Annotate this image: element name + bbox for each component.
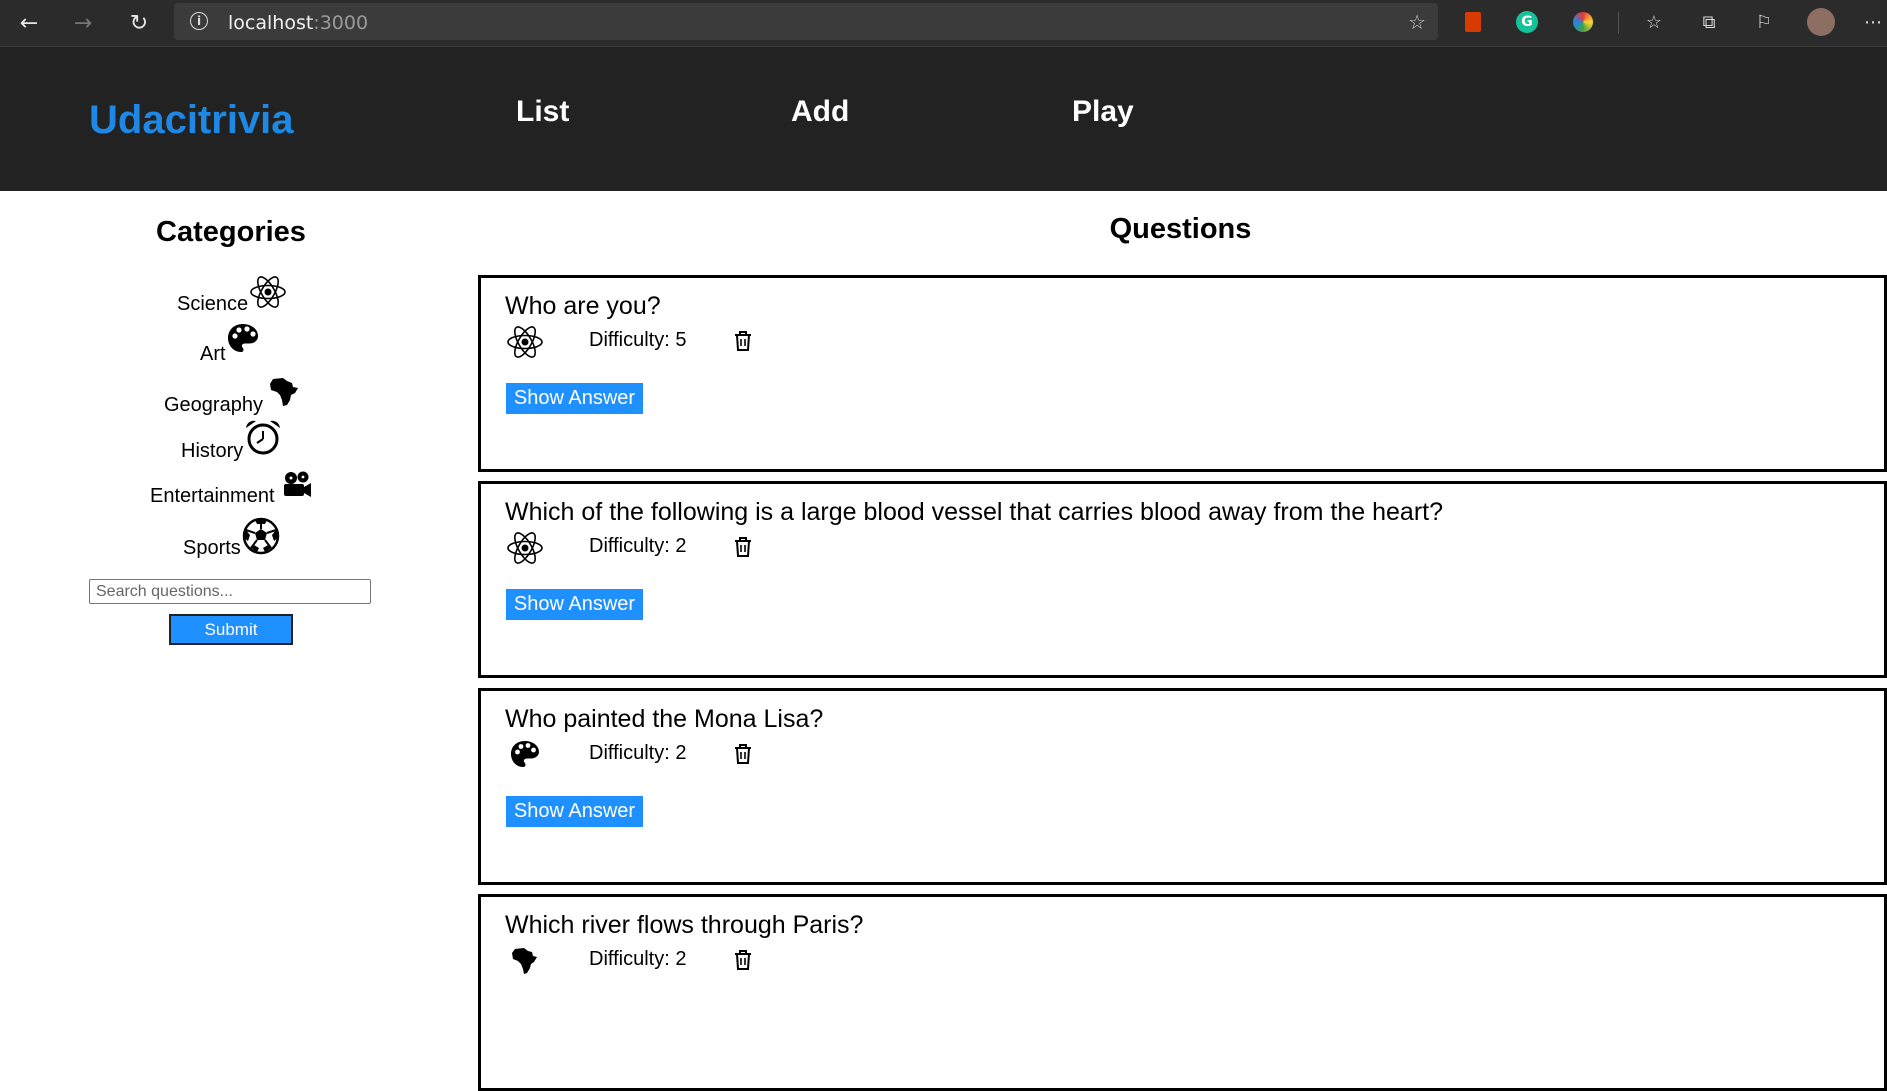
categories-title: Categories [156,216,306,248]
delete-icon[interactable] [733,536,753,558]
difficulty-label: Difficulty: 2 [589,742,687,764]
grammarly-extension-icon[interactable]: G [1516,11,1538,33]
feedback-icon[interactable]: ⚐ [1752,10,1776,34]
category-history[interactable]: History [181,417,283,463]
address-bar[interactable]: i localhost:3000 ☆ [174,3,1438,40]
toolbar-divider [1618,12,1619,34]
question-text: Who are you? [505,292,661,320]
soccer-ball-icon [242,517,280,555]
colorful-extension-icon[interactable] [1573,12,1593,32]
africa-map-icon [512,948,537,974]
collections-icon[interactable]: ⧉ [1697,10,1721,34]
difficulty-label: Difficulty: 2 [589,535,687,557]
category-science[interactable]: Science [177,272,288,316]
show-answer-button[interactable]: Show Answer [506,589,643,620]
film-camera-icon [283,471,311,497]
africa-map-icon [269,378,298,406]
question-text: Which of the following is a large blood … [505,498,1443,526]
office-extension-icon[interactable] [1465,12,1481,32]
favorites-icon[interactable]: ☆ [1642,10,1666,34]
science-icon [250,276,286,308]
info-icon[interactable]: i [190,12,208,30]
more-menu-icon[interactable]: ⋯ [1861,10,1885,34]
delete-icon[interactable] [733,330,753,352]
category-label: Science [177,293,249,315]
question-card: Which of the following is a large blood … [478,481,1887,678]
category-label: History [181,440,244,462]
nav-play[interactable]: Play [1072,95,1134,129]
nav-add[interactable]: Add [791,95,849,129]
category-art[interactable]: Art [200,322,260,366]
url-text: localhost:3000 [228,12,369,34]
show-answer-button[interactable]: Show Answer [506,383,643,414]
browser-toolbar: ← → ↻ i localhost:3000 ☆ G ☆ ⧉ ⚐ ⋯ [0,0,1887,47]
difficulty-label: Difficulty: 5 [589,329,687,351]
question-card: Who are you? Difficulty: 5 Show Answer [478,275,1887,472]
favorite-star-icon[interactable]: ☆ [1408,10,1426,34]
brand-logo[interactable]: Udacitrivia [89,98,294,143]
delete-icon[interactable] [733,949,753,971]
question-text: Who painted the Mona Lisa? [505,705,824,733]
nav-list[interactable]: List [516,95,569,129]
question-card: Which river flows through Paris? Difficu… [478,894,1887,1091]
category-label: Sports [183,537,241,559]
refresh-icon[interactable]: ↻ [124,8,154,38]
category-label: Art [200,343,226,365]
art-palette-icon [227,324,258,352]
science-icon [507,532,543,564]
questions-title: Questions [1109,213,1252,245]
difficulty-label: Difficulty: 2 [589,948,687,970]
question-card: Who painted the Mona Lisa? Difficulty: 2… [478,688,1887,885]
submit-button[interactable]: Submit [169,614,293,645]
alarm-clock-icon [246,420,281,455]
forward-icon[interactable]: → [68,8,98,38]
category-label: Entertainment [150,485,275,507]
category-entertainment[interactable]: Entertainment [150,470,313,508]
show-answer-button[interactable]: Show Answer [506,796,643,827]
profile-avatar[interactable] [1807,8,1835,36]
art-palette-icon [511,741,539,767]
back-icon[interactable]: ← [14,8,44,38]
question-text: Which river flows through Paris? [505,911,864,939]
science-icon [507,326,543,358]
category-sports[interactable]: Sports [183,516,281,560]
category-label: Geography [164,394,263,416]
category-geography[interactable]: Geography [164,375,301,417]
delete-icon[interactable] [733,743,753,765]
app-header: Udacitrivia List Add Play [0,47,1887,191]
search-input[interactable] [89,579,371,604]
